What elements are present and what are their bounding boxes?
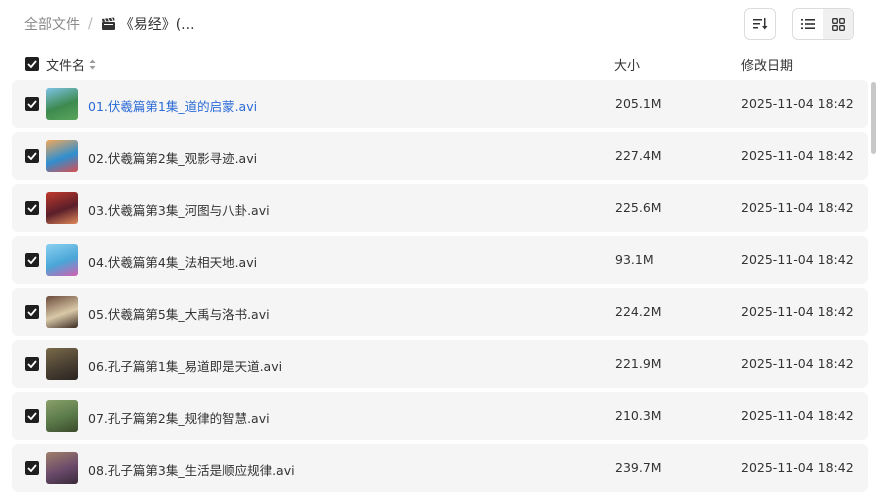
file-row[interactable]: 06.孔子篇第1集_易道即是天道.avi 221.9M 2025-11-04 1…: [12, 340, 868, 388]
file-list: 01.伏羲篇第1集_道的启蒙.avi 205.1M 2025-11-04 18:…: [12, 80, 868, 495]
file-name-link[interactable]: 01.伏羲篇第1集_道的启蒙.avi: [88, 96, 257, 115]
row-checkbox[interactable]: [25, 201, 39, 215]
breadcrumb-root[interactable]: 全部文件: [24, 14, 80, 34]
video-thumbnail: [46, 348, 78, 380]
video-thumbnail: [46, 88, 78, 120]
file-date: 2025-11-04 18:42: [741, 408, 854, 423]
checkmark-icon: [27, 256, 37, 264]
file-name[interactable]: 08.孔子篇第3集_生活是顺应规律.avi: [88, 460, 295, 479]
video-thumbnail: [46, 296, 78, 328]
file-size: 225.6M: [615, 200, 662, 215]
video-thumbnail: [46, 140, 78, 172]
file-name[interactable]: 06.孔子篇第1集_易道即是天道.avi: [88, 356, 282, 375]
file-name[interactable]: 03.伏羲篇第3集_河图与八卦.avi: [88, 200, 270, 219]
file-size: 227.4M: [615, 148, 662, 163]
breadcrumb-current: 《易经》(...: [101, 14, 195, 34]
breadcrumb: 全部文件 / 《易经》(...: [24, 14, 195, 34]
file-size: 224.2M: [615, 304, 662, 319]
row-checkbox[interactable]: [25, 149, 39, 163]
breadcrumb-separator: /: [88, 16, 93, 32]
row-checkbox[interactable]: [25, 461, 39, 475]
grid-view-button[interactable]: [823, 9, 853, 39]
sort-descending-icon: [753, 18, 768, 30]
file-size: 210.3M: [615, 408, 662, 423]
select-all-checkbox[interactable]: [25, 57, 39, 71]
file-name[interactable]: 02.伏羲篇第2集_观影寻迹.avi: [88, 148, 257, 167]
video-thumbnail: [46, 192, 78, 224]
checkmark-icon: [27, 412, 37, 420]
scrollbar-thumb[interactable]: [871, 82, 876, 154]
file-row[interactable]: 02.伏羲篇第2集_观影寻迹.avi 227.4M 2025-11-04 18:…: [12, 132, 868, 180]
file-size: 93.1M: [615, 252, 654, 267]
column-header-name[interactable]: 文件名: [46, 55, 96, 74]
video-thumbnail: [46, 244, 78, 276]
file-row[interactable]: 04.伏羲篇第4集_法相天地.avi 93.1M 2025-11-04 18:4…: [12, 236, 868, 284]
checkmark-icon: [27, 308, 37, 316]
checkmark-icon: [27, 152, 37, 160]
grid-view-icon: [831, 17, 845, 31]
sort-button[interactable]: [744, 8, 776, 40]
row-checkbox[interactable]: [25, 357, 39, 371]
column-header-name-label: 文件名: [46, 59, 86, 74]
sort-caret-icon: [89, 59, 96, 70]
file-row[interactable]: 01.伏羲篇第1集_道的启蒙.avi 205.1M 2025-11-04 18:…: [12, 80, 868, 128]
breadcrumb-current-label: 《易经》(...: [119, 17, 195, 33]
row-checkbox[interactable]: [25, 305, 39, 319]
list-header: 文件名 大小 修改日期: [0, 52, 878, 76]
row-checkbox[interactable]: [25, 409, 39, 423]
view-toggle: [792, 8, 854, 40]
checkmark-icon: [27, 60, 37, 68]
file-row[interactable]: 03.伏羲篇第3集_河图与八卦.avi 225.6M 2025-11-04 18…: [12, 184, 868, 232]
row-checkbox[interactable]: [25, 97, 39, 111]
file-size: 239.7M: [615, 460, 662, 475]
file-row[interactable]: 07.孔子篇第2集_规律的智慧.avi 210.3M 2025-11-04 18…: [12, 392, 868, 440]
file-row[interactable]: 08.孔子篇第3集_生活是顺应规律.avi 239.7M 2025-11-04 …: [12, 444, 868, 492]
top-bar: 全部文件 / 《易经》(...: [0, 0, 878, 48]
video-thumbnail: [46, 400, 78, 432]
file-size: 221.9M: [615, 356, 662, 371]
checkmark-icon: [27, 360, 37, 368]
file-name[interactable]: 07.孔子篇第2集_规律的智慧.avi: [88, 408, 270, 427]
column-header-date[interactable]: 修改日期: [741, 55, 793, 74]
column-header-size[interactable]: 大小: [614, 55, 640, 74]
file-name[interactable]: 04.伏羲篇第4集_法相天地.avi: [88, 252, 257, 271]
file-name[interactable]: 05.伏羲篇第5集_大禹与洛书.avi: [88, 304, 270, 323]
checkmark-icon: [27, 204, 37, 212]
list-view-icon: [801, 19, 815, 29]
file-date: 2025-11-04 18:42: [741, 356, 854, 371]
file-date: 2025-11-04 18:42: [741, 252, 854, 267]
file-size: 205.1M: [615, 96, 662, 111]
file-date: 2025-11-04 18:42: [741, 96, 854, 111]
video-folder-icon: [101, 17, 116, 31]
file-date: 2025-11-04 18:42: [741, 200, 854, 215]
video-thumbnail: [46, 452, 78, 484]
file-date: 2025-11-04 18:42: [741, 304, 854, 319]
checkmark-icon: [27, 464, 37, 472]
list-view-button[interactable]: [793, 9, 823, 39]
file-date: 2025-11-04 18:42: [741, 148, 854, 163]
file-row[interactable]: 05.伏羲篇第5集_大禹与洛书.avi 224.2M 2025-11-04 18…: [12, 288, 868, 336]
checkmark-icon: [27, 100, 37, 108]
file-date: 2025-11-04 18:42: [741, 460, 854, 475]
row-checkbox[interactable]: [25, 253, 39, 267]
